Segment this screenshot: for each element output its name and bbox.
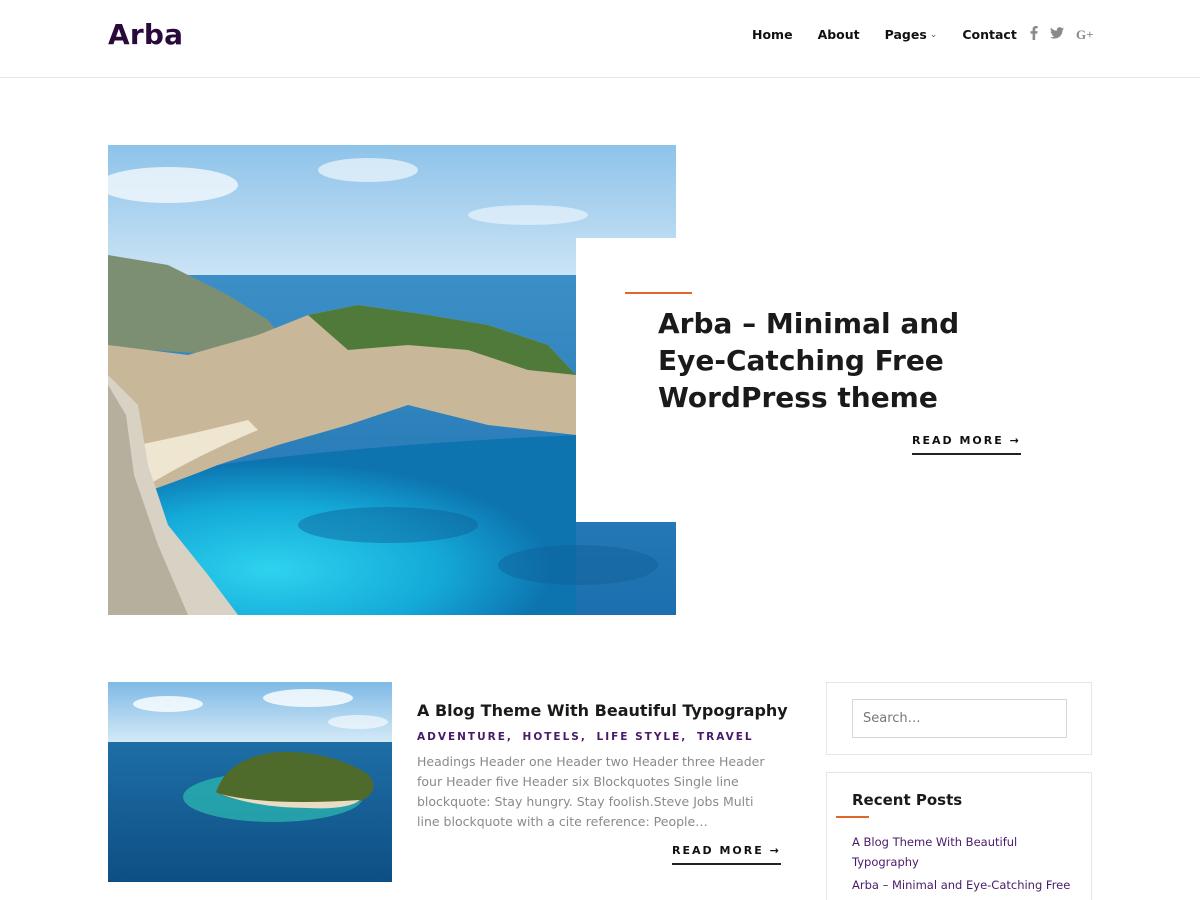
category-link[interactable]: ADVENTURE — [417, 731, 507, 743]
category-separator: , — [681, 731, 688, 743]
hero-read-more-link[interactable]: READ MORE → — [912, 434, 1021, 455]
search-input[interactable] — [852, 699, 1067, 738]
nav-label: Pages — [884, 27, 927, 42]
nav-label: Home — [752, 27, 793, 42]
chevron-down-icon: ⌄ — [929, 29, 938, 40]
main-nav: Home About Pages ⌄ Contact — [752, 27, 1042, 42]
post-title[interactable]: A Blog Theme With Beautiful Typography — [417, 701, 788, 720]
category-separator: , — [580, 731, 587, 743]
nav-item-contact[interactable]: Contact — [962, 27, 1016, 42]
hero-accent-rule — [625, 292, 692, 294]
facebook-icon[interactable] — [1030, 26, 1038, 44]
hero-title[interactable]: Arba – Minimal and Eye-Catching Free Wor… — [658, 305, 978, 416]
search-widget — [826, 682, 1092, 755]
recent-post-link[interactable]: A Blog Theme With Beautiful Typography — [852, 832, 1077, 872]
category-link[interactable]: HOTELS — [523, 731, 581, 743]
category-link[interactable]: LIFE STYLE — [597, 731, 682, 743]
post-read-more-link[interactable]: READ MORE → — [672, 844, 781, 865]
social-links: G+ — [1030, 26, 1094, 44]
site-logo[interactable]: Arba — [108, 18, 183, 51]
post-categories: ADVENTURE, HOTELS, LIFE STYLE, TRAVEL — [417, 731, 754, 743]
site-header: Arba Home About Pages ⌄ Contact G+ — [0, 0, 1200, 78]
nav-item-home[interactable]: Home — [752, 27, 793, 42]
recent-posts-list: A Blog Theme With Beautiful Typography A… — [852, 832, 1077, 900]
post-excerpt: Headings Header one Header two Header th… — [417, 754, 765, 829]
recent-post-link[interactable]: Arba – Minimal and Eye-Catching Free Wor… — [852, 875, 1077, 900]
category-link[interactable]: TRAVEL — [697, 731, 754, 743]
twitter-icon[interactable] — [1050, 27, 1064, 43]
nav-label: Contact — [962, 27, 1017, 42]
category-separator: , — [506, 731, 513, 743]
recent-posts-widget: Recent Posts A Blog Theme With Beautiful… — [826, 772, 1092, 900]
nav-item-pages[interactable]: Pages ⌄ — [885, 27, 938, 42]
post-thumbnail[interactable] — [108, 682, 392, 882]
recent-posts-title: Recent Posts — [852, 791, 963, 809]
google-plus-icon[interactable]: G+ — [1076, 27, 1094, 43]
nav-item-about[interactable]: About — [818, 27, 860, 42]
recent-posts-accent-rule — [836, 816, 869, 818]
nav-label: About — [817, 27, 860, 42]
